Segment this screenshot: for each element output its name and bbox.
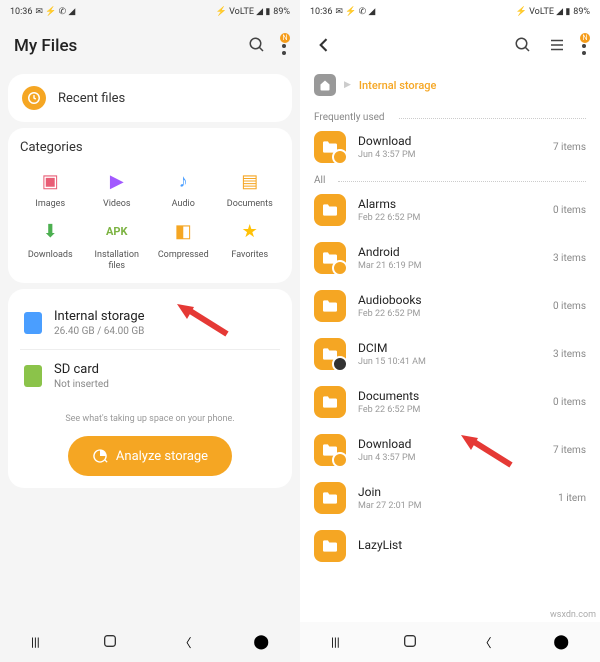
status-bar: 10:36 ✉ ⚡ ✆ ◢ ⚡ VoLTE ◢ ▮89% <box>0 0 300 24</box>
nav-back[interactable]: 〈 <box>479 634 491 651</box>
nav-back[interactable]: 〈 <box>179 634 191 651</box>
nav-recents[interactable]: ||| <box>331 635 340 649</box>
status-time: 10:36 <box>10 7 32 17</box>
category-images[interactable]: ▣Images <box>20 169 81 210</box>
frequently-used-label: Frequently used <box>314 112 586 123</box>
folder-row[interactable]: AlarmsFeb 22 6:52 PM 0 items <box>314 186 586 234</box>
category-audio[interactable]: ♪Audio <box>153 169 214 210</box>
search-icon[interactable] <box>248 36 266 57</box>
battery-percent: 89% <box>573 7 590 17</box>
folder-download-icon <box>314 131 346 163</box>
watermark: wsxdn.com <box>550 610 596 620</box>
folder-icon <box>314 290 346 322</box>
battery-percent: 89% <box>273 7 290 17</box>
all-label: All <box>314 175 586 186</box>
category-favorites[interactable]: ★Favorites <box>220 220 281 272</box>
page-title: My Files <box>14 36 77 56</box>
breadcrumb[interactable]: ▶ Internal storage <box>314 68 586 108</box>
more-icon[interactable] <box>582 37 586 55</box>
folder-row[interactable]: AndroidMar 21 6:19 PM 3 items <box>314 234 586 282</box>
category-downloads[interactable]: ⬇Downloads <box>20 220 81 272</box>
folder-icon <box>314 482 346 514</box>
taking-up-text: See what's taking up space on your phone… <box>20 414 280 424</box>
folder-icon <box>314 194 346 226</box>
nav-bar: ||| 〈 ⬤ <box>300 622 600 662</box>
categories-title: Categories <box>20 140 280 155</box>
category-compressed[interactable]: ◧Compressed <box>153 220 214 272</box>
category-documents[interactable]: ▤Documents <box>220 169 281 210</box>
search-icon[interactable] <box>514 36 532 57</box>
categories-card: Categories ▣Images ▶Videos ♪Audio ▤Docum… <box>8 128 292 283</box>
nav-recents[interactable]: ||| <box>31 635 40 649</box>
folder-row[interactable]: LazyList <box>314 522 586 570</box>
category-videos[interactable]: ▶Videos <box>87 169 148 210</box>
app-bar: My Files <box>0 24 300 68</box>
right-screen: 10:36 ✉ ⚡ ✆ ◢ ⚡ VoLTE ◢ ▮89% ▶ Internal … <box>300 0 600 662</box>
folder-row[interactable]: DownloadJun 4 3:57 PM 7 items <box>314 426 586 474</box>
folder-icon <box>314 530 346 562</box>
clock-icon <box>22 86 46 110</box>
folder-row[interactable]: AudiobooksFeb 22 6:52 PM 0 items <box>314 282 586 330</box>
status-time: 10:36 <box>310 7 332 17</box>
status-bar: 10:36 ✉ ⚡ ✆ ◢ ⚡ VoLTE ◢ ▮89% <box>300 0 600 24</box>
back-icon[interactable] <box>314 35 334 58</box>
app-bar <box>300 24 600 68</box>
chevron-right-icon: ▶ <box>344 80 351 90</box>
sd-card-icon <box>24 365 42 387</box>
analyze-storage-button[interactable]: Analyze storage <box>68 436 232 476</box>
recent-files-row[interactable]: Recent files <box>8 74 292 122</box>
left-screen: 10:36 ✉ ⚡ ✆ ◢ ⚡ VoLTE ◢ ▮89% My Files Re… <box>0 0 300 662</box>
folder-icon <box>314 386 346 418</box>
sd-card-row[interactable]: SD cardNot inserted <box>20 354 280 398</box>
breadcrumb-current: Internal storage <box>359 79 436 92</box>
folder-icon <box>314 242 346 274</box>
folder-row[interactable]: DocumentsFeb 22 6:52 PM 0 items <box>314 378 586 426</box>
more-icon[interactable] <box>282 37 286 55</box>
nav-home[interactable] <box>402 633 418 652</box>
nav-accessibility[interactable]: ⬤ <box>253 634 269 650</box>
folder-row[interactable]: JoinMar 27 2:01 PM 1 item <box>314 474 586 522</box>
folder-icon <box>314 434 346 466</box>
nav-accessibility[interactable]: ⬤ <box>553 634 569 650</box>
folder-icon <box>314 338 346 370</box>
folder-row[interactable]: DownloadJun 4 3:57 PM 7 items <box>314 123 586 171</box>
recent-files-label: Recent files <box>58 91 125 106</box>
folder-row[interactable]: DCIMJun 15 10:41 AM 3 items <box>314 330 586 378</box>
phone-storage-icon <box>24 312 42 334</box>
nav-home[interactable] <box>102 633 118 652</box>
list-view-icon[interactable] <box>548 36 566 57</box>
nav-bar: ||| 〈 ⬤ <box>0 622 300 662</box>
internal-storage-row[interactable]: Internal storage26.40 GB / 64.00 GB <box>20 301 280 345</box>
storage-card: Internal storage26.40 GB / 64.00 GB SD c… <box>8 289 292 488</box>
pie-search-icon <box>92 448 108 464</box>
category-apk[interactable]: APKInstallation files <box>87 220 148 272</box>
home-icon[interactable] <box>314 74 336 96</box>
